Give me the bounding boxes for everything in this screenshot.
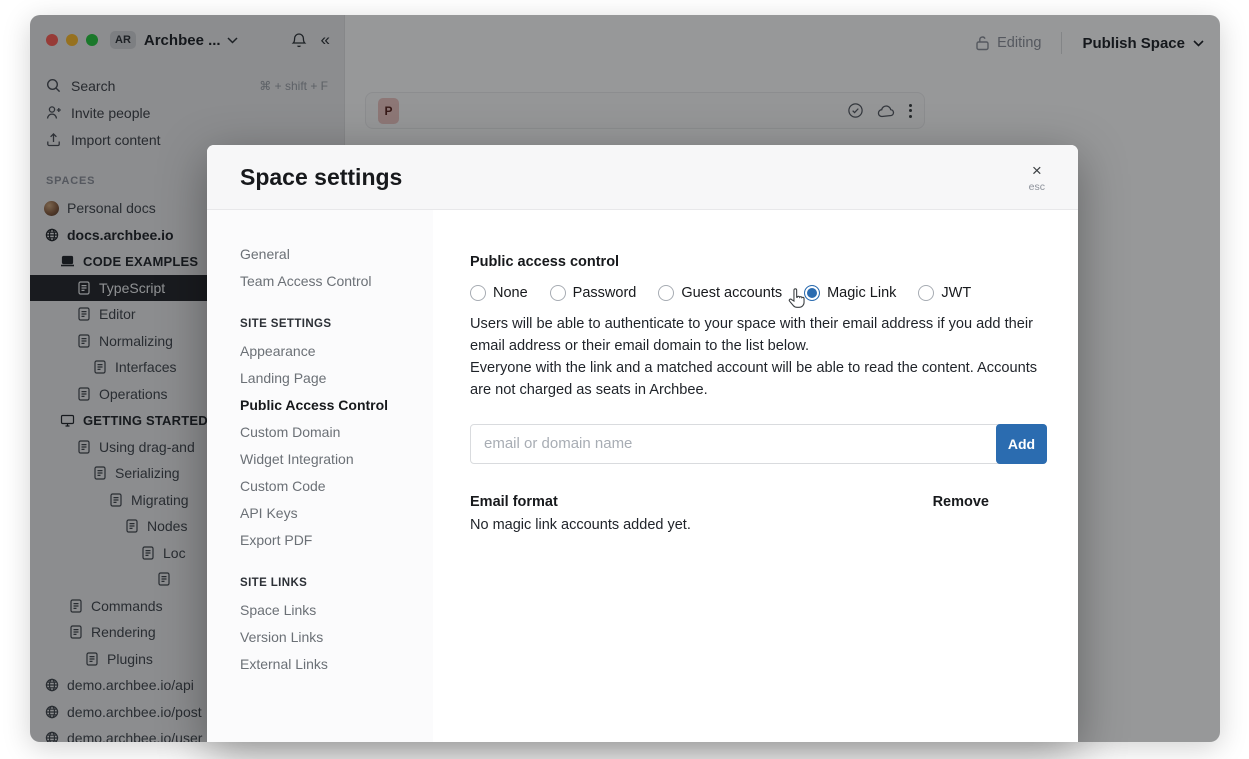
settings-nav-item[interactable]: SITE LINKS	[240, 575, 433, 592]
email-format-column-label: Email format	[470, 494, 558, 510]
panel-heading: Public access control	[470, 254, 1048, 270]
settings-nav-item[interactable]: Export PDF	[240, 532, 433, 549]
mouse-cursor-hand	[787, 287, 808, 315]
settings-nav-item[interactable]: Landing Page	[240, 370, 433, 387]
settings-nav-item[interactable]: API Keys	[240, 505, 433, 522]
public-access-panel: Public access control None Password Gues…	[433, 210, 1078, 742]
description-text: Users will be able to authenticate to yo…	[470, 314, 1048, 402]
settings-nav-item[interactable]: SITE SETTINGS	[240, 316, 433, 333]
settings-nav-item[interactable]: Widget Integration	[240, 451, 433, 468]
radio-icon[interactable]	[550, 285, 566, 301]
access-radio-option[interactable]: Password	[550, 285, 637, 301]
close-icon: ×	[1029, 161, 1045, 181]
email-entry-row: Add	[470, 424, 1047, 464]
settings-nav-item[interactable]: Space Links	[240, 602, 433, 619]
access-radio-option[interactable]: Guest accounts	[658, 285, 782, 301]
settings-nav-item[interactable]: Version Links	[240, 629, 433, 646]
email-list-header: Email format Remove	[470, 494, 1047, 510]
space-settings-modal: Space settings × esc General Team Access …	[207, 145, 1078, 742]
add-button[interactable]: Add	[996, 424, 1047, 464]
settings-nav-item[interactable]: General	[240, 246, 433, 263]
radio-icon[interactable]	[918, 285, 934, 301]
empty-state-text: No magic link accounts added yet.	[470, 517, 1048, 533]
settings-nav-item[interactable]: Custom Code	[240, 478, 433, 495]
radio-icon[interactable]	[470, 285, 486, 301]
access-radio-option[interactable]: None	[470, 285, 528, 301]
settings-nav: General Team Access Control SITE SETTINGS A…	[207, 210, 433, 742]
access-radio-group: None Password Guest accounts Magic Link …	[470, 285, 1048, 301]
radio-label: Guest accounts	[681, 285, 782, 301]
radio-icon[interactable]	[658, 285, 674, 301]
modal-header: Space settings × esc	[207, 145, 1078, 210]
settings-nav-item[interactable]: Appearance	[240, 343, 433, 360]
description-paragraph: Users will be able to authenticate to yo…	[470, 314, 1048, 358]
close-modal-button[interactable]: × esc	[1029, 161, 1045, 193]
radio-label: None	[493, 285, 528, 301]
modal-title: Space settings	[240, 164, 402, 191]
settings-nav-item[interactable]: Custom Domain	[240, 424, 433, 441]
esc-hint: esc	[1029, 181, 1045, 193]
settings-nav-item[interactable]: Public Access Control	[240, 397, 433, 414]
settings-nav-item[interactable]: External Links	[240, 656, 433, 673]
radio-label: Magic Link	[827, 285, 896, 301]
email-input[interactable]	[470, 424, 1047, 464]
description-paragraph: Everyone with the link and a matched acc…	[470, 358, 1048, 402]
radio-label: JWT	[941, 285, 971, 301]
access-radio-option[interactable]: Magic Link	[804, 285, 896, 301]
settings-nav-item[interactable]: Team Access Control	[240, 273, 433, 290]
remove-column-label: Remove	[933, 494, 989, 510]
access-radio-option[interactable]: JWT	[918, 285, 971, 301]
radio-label: Password	[573, 285, 637, 301]
